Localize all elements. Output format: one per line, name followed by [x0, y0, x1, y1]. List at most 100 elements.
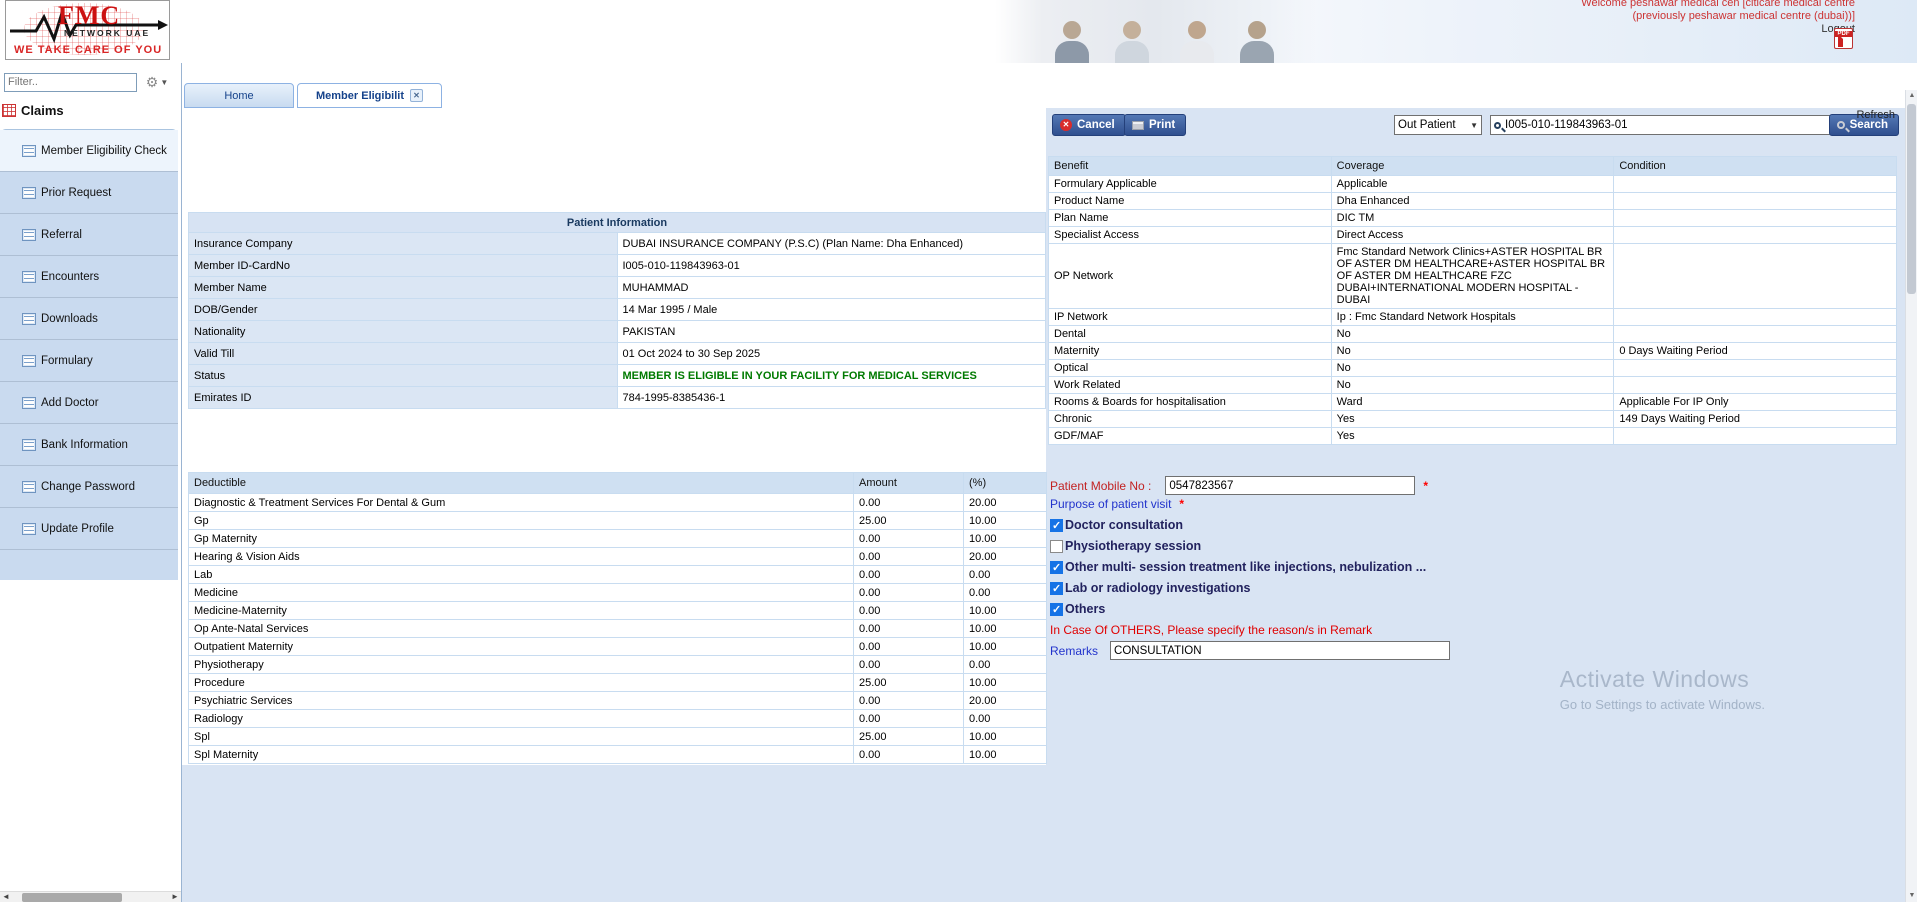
purpose-checkbox-others[interactable]: Others: [1050, 602, 1650, 616]
benefit-col-header: Benefit: [1049, 157, 1332, 176]
purpose-checkbox-lab-or-radiology-investigations[interactable]: Lab or radiology investigations: [1050, 581, 1650, 595]
patient-info-value: MUHAMMAD: [617, 277, 1046, 299]
patient-type-select[interactable]: Out Patient ▼: [1394, 115, 1482, 135]
deductible-name-cell: Spl: [189, 728, 854, 746]
patient-info-value: I005-010-119843963-01: [617, 255, 1046, 277]
fmc-logo: FMC NETWORK UAE WE TAKE CARE OF YOU: [5, 0, 170, 60]
menu-item-icon: [22, 145, 36, 157]
patient-info-value: 784-1995-8385436-1: [617, 387, 1046, 409]
vertical-scrollbar[interactable]: ▲ ▼: [1905, 90, 1917, 902]
menu-item-icon: [22, 481, 36, 493]
sidebar-item-member-eligibility-check[interactable]: Member Eligibility Check: [0, 130, 178, 172]
coverage-cell: No: [1331, 326, 1614, 343]
patient-info-label: Member Name: [189, 277, 618, 299]
deductible-name-cell: Gp Maternity: [189, 530, 854, 548]
tab-close-icon[interactable]: ✕: [410, 89, 423, 102]
sidebar-item-encounters[interactable]: Encounters: [0, 256, 178, 298]
menu-item-icon: [22, 523, 36, 535]
table-row: OpticalNo: [1049, 360, 1897, 377]
scrollbar-thumb[interactable]: [22, 893, 122, 902]
percent-cell: 0.00: [964, 584, 1047, 602]
visit-form: Patient Mobile No : * Purpose of patient…: [1050, 476, 1650, 662]
sidebar-item-add-doctor[interactable]: Add Doctor: [0, 382, 178, 424]
amount-cell: 0.00: [854, 746, 964, 764]
patient-info-title: Patient Information: [189, 213, 1046, 233]
table-row: OP NetworkFmc Standard Network Clinics+A…: [1049, 244, 1897, 309]
percent-cell: 10.00: [964, 638, 1047, 656]
sidebar-item-bank-information[interactable]: Bank Information: [0, 424, 178, 466]
amount-cell: 25.00: [854, 728, 964, 746]
deductible-name-cell: Procedure: [189, 674, 854, 692]
logo-tagline: WE TAKE CARE OF YOU: [14, 44, 162, 56]
purpose-checkbox-doctor-consultation[interactable]: Doctor consultation: [1050, 518, 1650, 532]
gear-icon[interactable]: ⚙▼: [143, 73, 171, 92]
purpose-checkbox-other-multi-session-treatment-like-injec[interactable]: Other multi- session treatment like inje…: [1050, 560, 1650, 574]
sidebar-item-formulary[interactable]: Formulary: [0, 340, 178, 382]
patient-info-label: DOB/Gender: [189, 299, 618, 321]
deductible-name-cell: Medicine: [189, 584, 854, 602]
scrollbar-thumb[interactable]: [1907, 104, 1916, 294]
required-asterisk: *: [1179, 497, 1184, 511]
checkbox-checked-icon[interactable]: [1050, 519, 1063, 532]
amount-cell: 0.00: [854, 530, 964, 548]
welcome-line1: Welcome peshawar medical cen [citicare m…: [1581, 0, 1855, 10]
tab-member-eligibility[interactable]: Member Eligibilit ✕: [297, 83, 442, 108]
sidebar-item-change-password[interactable]: Change Password: [0, 466, 178, 508]
print-button[interactable]: Print: [1124, 114, 1186, 136]
mobile-label: Patient Mobile No :: [1050, 479, 1151, 493]
printer-icon: [1132, 121, 1144, 130]
condition-col-header: Condition: [1614, 157, 1897, 176]
deductible-name-cell: Gp: [189, 512, 854, 530]
scroll-left-arrow-icon[interactable]: ◄: [0, 892, 12, 902]
sidebar-item-prior-request[interactable]: Prior Request: [0, 172, 178, 214]
checkbox-checked-icon[interactable]: [1050, 561, 1063, 574]
sidebar-item-downloads[interactable]: Downloads: [0, 298, 178, 340]
deductible-name-cell: Medicine-Maternity: [189, 602, 854, 620]
sidebar-item-label: Formulary: [41, 355, 93, 367]
condition-cell: Applicable For IP Only: [1614, 394, 1897, 411]
table-row: Member NameMUHAMMAD: [189, 277, 1046, 299]
banner-person: [1180, 21, 1214, 63]
deductible-name-cell: Op Ante-Natal Services: [189, 620, 854, 638]
deductible-name-cell: Psychiatric Services: [189, 692, 854, 710]
table-row: Diagnostic & Treatment Services For Dent…: [189, 494, 1047, 512]
table-row: Physiotherapy0.000.00: [189, 656, 1047, 674]
member-search-input[interactable]: [1505, 119, 1838, 131]
sidebar-item-referral[interactable]: Referral: [0, 214, 178, 256]
chevron-down-icon: ▼: [1470, 121, 1478, 130]
checkbox-checked-icon[interactable]: [1050, 582, 1063, 595]
logo-network-text: NETWORK UAE: [64, 28, 150, 38]
pdf-icon[interactable]: [1834, 28, 1853, 49]
filter-input[interactable]: [4, 73, 137, 92]
deductible-name-cell: Physiotherapy: [189, 656, 854, 674]
table-row: Work RelatedNo: [1049, 377, 1897, 394]
refresh-link[interactable]: Refresh: [1856, 109, 1895, 121]
table-row: Spl25.0010.00: [189, 728, 1047, 746]
sidebar-horizontal-scrollbar[interactable]: ◄ ►: [0, 891, 181, 902]
table-row: Medicine-Maternity0.0010.00: [189, 602, 1047, 620]
scroll-right-arrow-icon[interactable]: ►: [169, 892, 181, 902]
claims-grid-icon: [2, 104, 16, 117]
checkbox-label: Other multi- session treatment like inje…: [1065, 560, 1426, 574]
table-row: MaternityNo0 Days Waiting Period: [1049, 343, 1897, 360]
sidebar-item-update-profile[interactable]: Update Profile: [0, 508, 178, 550]
table-row: Hearing & Vision Aids0.0020.00: [189, 548, 1047, 566]
checkbox-unchecked-icon[interactable]: [1050, 540, 1063, 553]
sidebar-item-label: Encounters: [41, 271, 99, 283]
welcome-line2: (previously peshawar medical centre (dub…: [1581, 10, 1855, 23]
checkbox-checked-icon[interactable]: [1050, 603, 1063, 616]
cancel-button[interactable]: ✕ Cancel: [1052, 114, 1126, 136]
menu-item-icon: [22, 313, 36, 325]
scroll-up-arrow-icon[interactable]: ▲: [1906, 90, 1917, 102]
remarks-input[interactable]: [1110, 641, 1450, 660]
banner-person: [1055, 21, 1089, 63]
table-row: Specialist AccessDirect Access: [1049, 227, 1897, 244]
scroll-down-arrow-icon[interactable]: ▼: [1906, 890, 1917, 902]
menu-item-icon: [22, 229, 36, 241]
sidebar-item-label: Prior Request: [41, 187, 111, 199]
purpose-checkbox-physiotherapy-session[interactable]: Physiotherapy session: [1050, 539, 1650, 553]
table-row: Medicine0.000.00: [189, 584, 1047, 602]
mobile-input[interactable]: [1165, 476, 1415, 495]
tab-home[interactable]: Home: [184, 83, 294, 108]
patient-info-label: Nationality: [189, 321, 618, 343]
